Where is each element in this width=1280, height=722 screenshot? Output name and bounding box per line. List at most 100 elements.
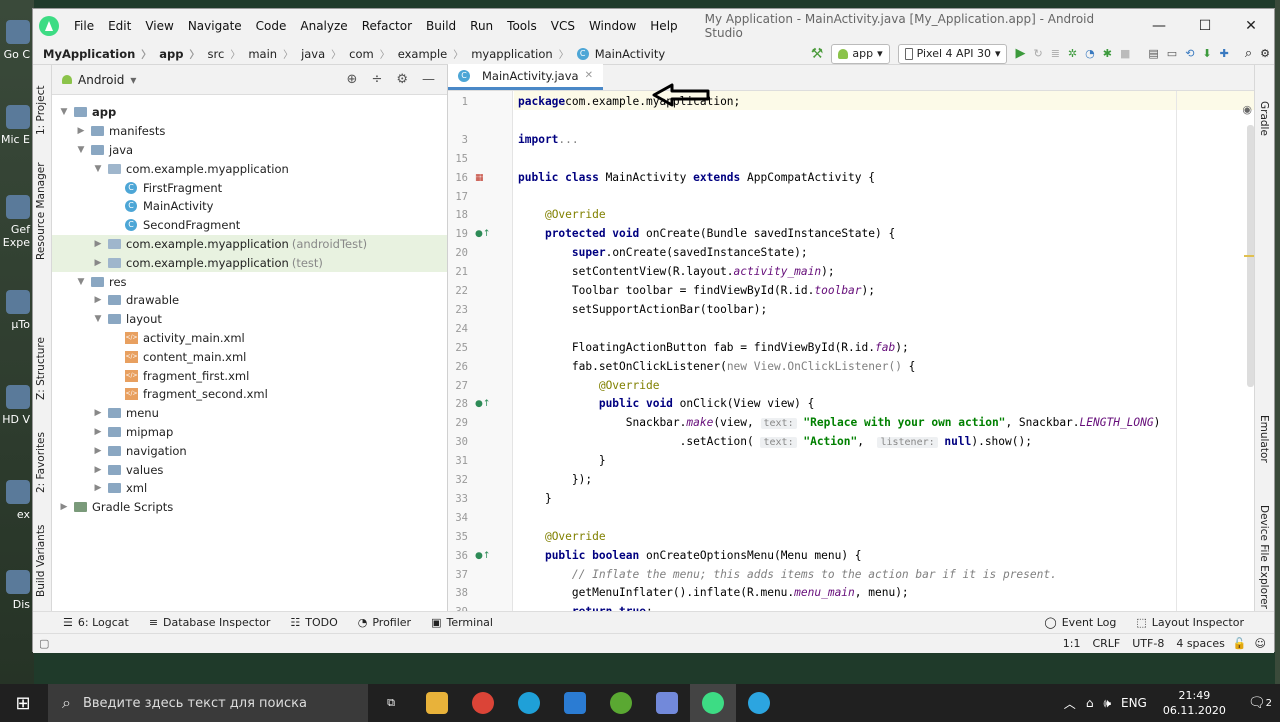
chevron-right-icon[interactable]: ▶: [92, 258, 104, 268]
tab-todo[interactable]: ☷ TODO: [280, 616, 347, 629]
tab-device-file-explorer[interactable]: Device File Explorer: [1258, 505, 1270, 609]
menu-item-run[interactable]: Run: [463, 19, 500, 33]
chevron-right-icon[interactable]: ▶: [92, 295, 104, 305]
code-area[interactable]: packagecom.example.myapplication; import.…: [518, 91, 1256, 619]
indent-setting[interactable]: 4 spaces: [1176, 637, 1225, 650]
chevron-down-icon[interactable]: ▾: [130, 73, 136, 87]
tree-item[interactable]: C SecondFragment: [52, 216, 447, 235]
chevron-down-icon[interactable]: ▼: [75, 145, 87, 155]
breadcrumb-item[interactable]: main 〉: [244, 46, 297, 62]
code-line[interactable]: setContentView(R.layout.activity_main);: [518, 265, 835, 278]
tab-project[interactable]: 1: Project: [35, 86, 47, 135]
file-encoding[interactable]: UTF-8: [1132, 637, 1164, 650]
code-line[interactable]: getMenuInflater().inflate(R.menu.menu_ma…: [518, 586, 909, 599]
code-line[interactable]: @Override: [518, 530, 606, 543]
tray-chevron-icon[interactable]: ︿: [1064, 695, 1076, 712]
tree-item[interactable]: </> content_main.xml: [52, 347, 447, 366]
discord-icon[interactable]: [644, 684, 690, 722]
tree-item[interactable]: ▶ manifests: [52, 122, 447, 141]
tree-item[interactable]: ▶ navigation: [52, 441, 447, 460]
tree-item[interactable]: ▶ drawable: [52, 291, 447, 310]
collapse-icon[interactable]: ÷: [371, 72, 382, 87]
override-icon[interactable]: ●↑: [475, 229, 490, 239]
tab-resource-manager[interactable]: Resource Manager: [35, 162, 47, 260]
desktop-icon[interactable]: Dis: [0, 570, 34, 611]
chevron-right-icon[interactable]: ▶: [58, 502, 70, 512]
tree-item[interactable]: ▼ res: [52, 272, 447, 291]
desktop-icon[interactable]: µTo: [0, 290, 34, 331]
code-line[interactable]: // Inflate the menu; this adds items to …: [518, 568, 1057, 581]
network-icon[interactable]: ⌂: [1086, 696, 1094, 710]
line-separator[interactable]: CRLF: [1092, 637, 1120, 650]
profile-icon[interactable]: ◔: [1085, 45, 1095, 63]
attach-debugger-icon[interactable]: ✱: [1103, 45, 1112, 63]
inspector-icon[interactable]: ☺: [1255, 637, 1266, 650]
tree-item[interactable]: ▶ values: [52, 460, 447, 479]
code-line[interactable]: }: [518, 492, 552, 505]
desktop-icon[interactable]: Gef Expe: [0, 195, 34, 249]
toggle-tool-windows-icon[interactable]: ▢: [39, 637, 49, 650]
code-line[interactable]: @Override: [518, 208, 606, 221]
tab-terminal[interactable]: ▣ Terminal: [421, 616, 503, 629]
desktop-icon[interactable]: ex: [0, 480, 34, 521]
tab-logcat[interactable]: ☰ 6: Logcat: [53, 616, 139, 629]
minimize-button[interactable]: —: [1136, 18, 1182, 34]
chevron-down-icon[interactable]: ▼: [75, 277, 87, 287]
code-line[interactable]: .setAction( text: "Action", listener: nu…: [518, 435, 1032, 449]
chevron-right-icon[interactable]: ▶: [92, 483, 104, 493]
tab-event-log[interactable]: ◯ Event Log: [1034, 616, 1126, 629]
breadcrumb-item[interactable]: src 〉: [204, 46, 245, 62]
menu-item-code[interactable]: Code: [249, 19, 294, 33]
start-button[interactable]: ⊞: [0, 684, 46, 722]
code-line[interactable]: public void onClick(View view) {: [518, 397, 815, 410]
menu-item-vcs[interactable]: VCS: [544, 19, 582, 33]
eye-icon[interactable]: ◉: [1242, 103, 1252, 116]
code-line[interactable]: fab.setOnClickListener(new View.OnClickL…: [518, 360, 916, 373]
breadcrumb-item[interactable]: MyApplication 〉: [39, 46, 155, 62]
chevron-right-icon[interactable]: ▶: [75, 126, 87, 136]
desktop-icon[interactable]: Mic E: [0, 105, 34, 146]
locate-icon[interactable]: ⊕: [347, 72, 358, 87]
tree-item[interactable]: ▼ java: [52, 141, 447, 160]
chevron-down-icon[interactable]: ▼: [92, 314, 104, 324]
explorer-icon[interactable]: [414, 684, 460, 722]
tree-item[interactable]: ▼ com.example.myapplication: [52, 159, 447, 178]
chevron-right-icon[interactable]: ▶: [92, 446, 104, 456]
gear-icon[interactable]: ⚙: [396, 72, 408, 87]
tree-item[interactable]: </> fragment_first.xml: [52, 366, 447, 385]
close-icon[interactable]: ✕: [585, 70, 593, 81]
volume-icon[interactable]: 🕪: [1103, 696, 1111, 711]
apply-changes-icon[interactable]: ↻: [1033, 45, 1042, 63]
menu-item-analyze[interactable]: Analyze: [293, 19, 354, 33]
hide-panel-icon[interactable]: —: [422, 72, 435, 87]
chevron-right-icon[interactable]: ▶: [92, 239, 104, 249]
menu-item-refactor[interactable]: Refactor: [355, 19, 419, 33]
breadcrumb-item[interactable]: app 〉: [155, 46, 203, 62]
language-indicator[interactable]: ENG: [1121, 696, 1147, 710]
code-line[interactable]: }: [518, 454, 606, 467]
tree-item[interactable]: C FirstFragment: [52, 178, 447, 197]
tree-item[interactable]: ▶ Gradle Scripts: [52, 498, 447, 517]
tree-item[interactable]: ▼ app: [52, 103, 447, 122]
stop-icon[interactable]: ■: [1120, 45, 1130, 63]
tree-item[interactable]: ▶ xml: [52, 479, 447, 498]
tab-build-variants[interactable]: Build Variants: [35, 525, 47, 597]
utorrent-icon[interactable]: [598, 684, 644, 722]
menu-item-view[interactable]: View: [138, 19, 180, 33]
override-icon[interactable]: ●↑: [475, 551, 490, 561]
tab-emulator[interactable]: Emulator: [1258, 415, 1270, 463]
settings-icon[interactable]: ⚙: [1260, 45, 1270, 63]
menu-item-window[interactable]: Window: [582, 19, 643, 33]
tree-item[interactable]: </> activity_main.xml: [52, 329, 447, 348]
code-line[interactable]: Toolbar toolbar = findViewById(R.id.tool…: [518, 284, 875, 297]
breadcrumb-item[interactable]: C MainActivity: [573, 47, 669, 61]
telegram-icon[interactable]: [736, 684, 782, 722]
run-config-select[interactable]: app ▾: [831, 43, 890, 64]
sync-gradle-icon[interactable]: ⟲: [1185, 45, 1194, 63]
breadcrumb-item[interactable]: com 〉: [345, 46, 394, 62]
layout-inspector-icon[interactable]: ✚: [1220, 45, 1229, 63]
chevron-down-icon[interactable]: ▼: [92, 164, 104, 174]
breadcrumb-item[interactable]: example 〉: [394, 46, 468, 62]
tree-item[interactable]: ▼ layout: [52, 310, 447, 329]
close-button[interactable]: ✕: [1228, 18, 1274, 34]
